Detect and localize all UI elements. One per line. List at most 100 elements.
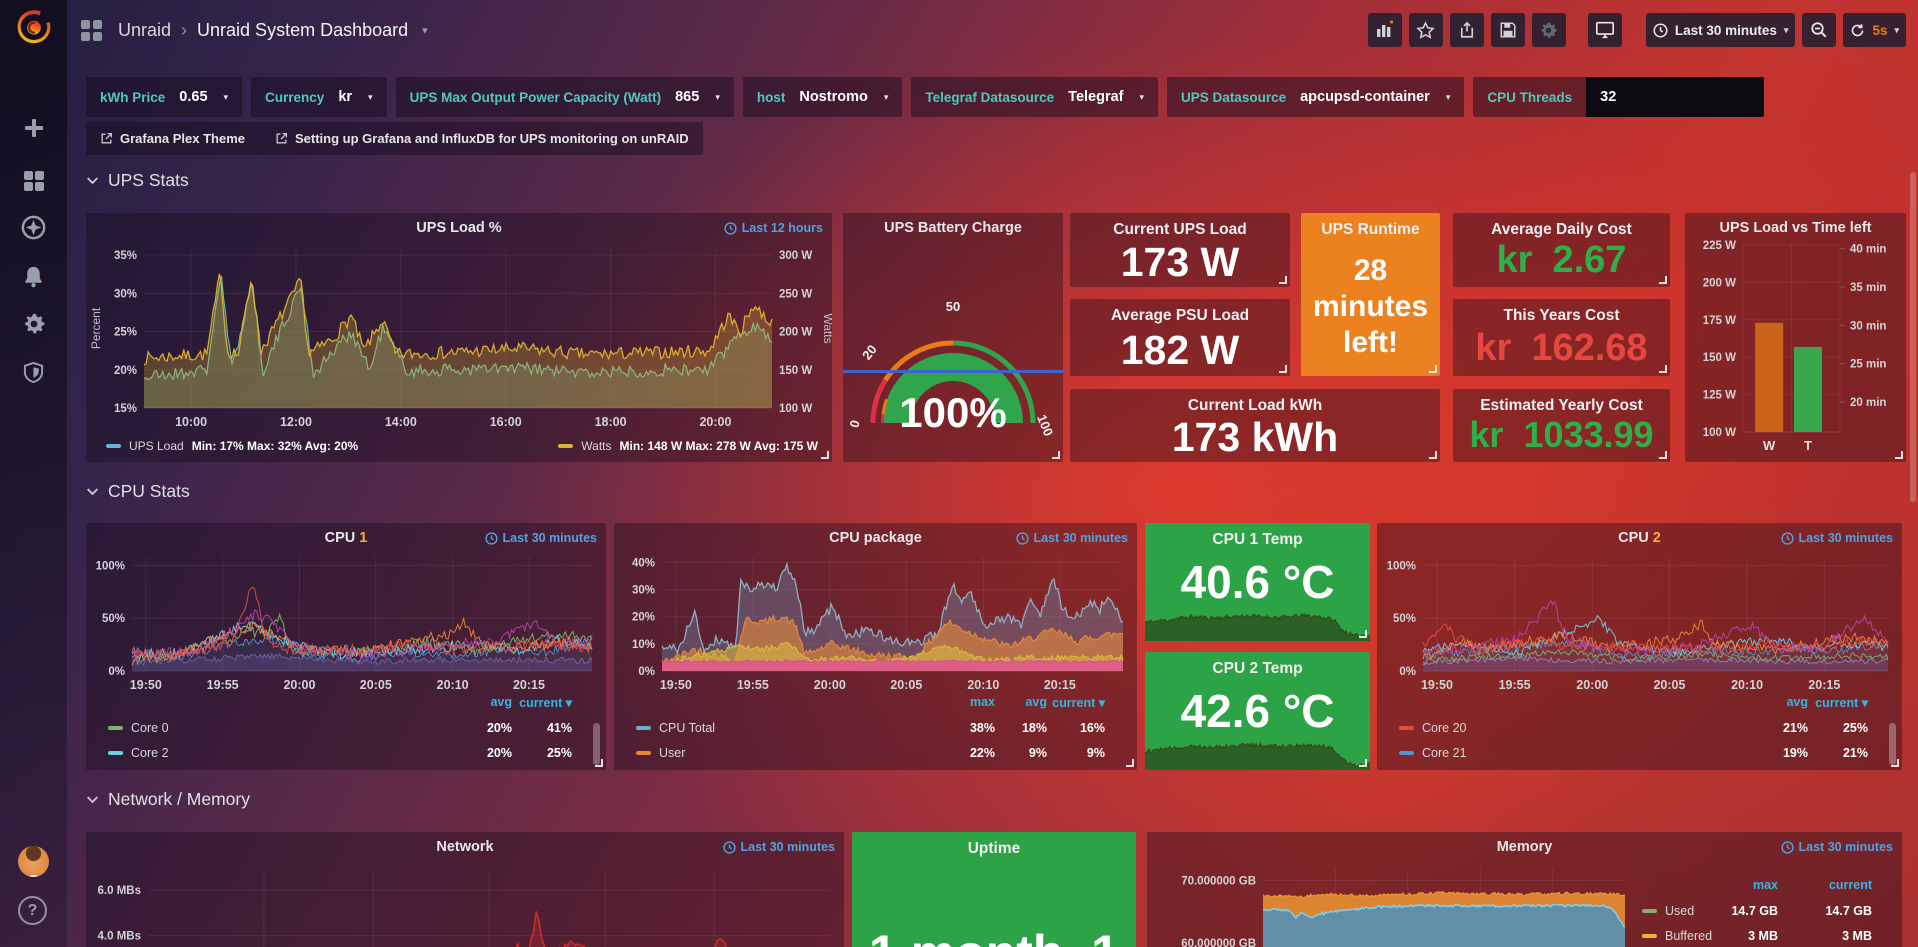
variable-ups-datasource[interactable]: UPS Datasourceapcupsd-container▾ <box>1167 77 1464 117</box>
legend-column-max[interactable]: max <box>1753 878 1778 892</box>
breadcrumb-root[interactable]: Unraid <box>118 20 171 41</box>
time-range-text: Last 30 minutes <box>1799 531 1893 545</box>
stat-title[interactable]: Average Daily Cost <box>1453 221 1670 239</box>
section-header-cpu-stats[interactable]: CPU Stats <box>86 481 190 502</box>
time-range-picker[interactable]: Last 30 minutes ▾ <box>1646 13 1796 47</box>
dashboard-link[interactable]: Setting up Grafana and InfluxDB for UPS … <box>275 131 689 146</box>
zoom-out-button[interactable] <box>1802 13 1836 47</box>
panel-resize-handle[interactable] <box>1359 759 1367 767</box>
legend-series-name[interactable]: Used <box>1665 904 1694 918</box>
legend-series-name[interactable]: Watts <box>581 439 611 453</box>
dashboard-link[interactable]: Grafana Plex Theme <box>100 131 245 146</box>
panel-title[interactable]: UPS Battery Charge <box>843 220 1063 236</box>
stat-title[interactable]: Current UPS Load <box>1070 221 1290 239</box>
panel-resize-handle[interactable] <box>1659 365 1667 373</box>
legend-series-name[interactable]: Core 2 <box>131 746 169 760</box>
stat-title[interactable]: Estimated Yearly Cost <box>1453 397 1670 415</box>
panel-resize-handle[interactable] <box>1895 451 1903 459</box>
page-scrollbar-thumb[interactable] <box>1910 172 1916 502</box>
panel-time-range[interactable]: Last 30 minutes <box>1781 840 1893 854</box>
panel-resize-handle[interactable] <box>595 759 603 767</box>
panel-time-range[interactable]: Last 30 minutes <box>723 840 835 854</box>
legend-series-name[interactable]: Core 21 <box>1422 746 1466 760</box>
share-button[interactable] <box>1450 13 1484 47</box>
legend-value: 20% <box>487 746 512 760</box>
legend-series-name[interactable]: Core 0 <box>131 721 169 735</box>
ups-load-time-left-bars[interactable]: 225 W200 W175 W150 W125 W100 W40 min35 m… <box>1685 213 1906 462</box>
sidebar-configuration-icon[interactable] <box>0 304 67 344</box>
legend-series-name[interactable]: CPU Total <box>659 721 715 735</box>
add-panel-button[interactable] <box>1368 13 1402 47</box>
cycle-view-button[interactable] <box>1588 13 1622 47</box>
ups-load-chart[interactable]: 10:0012:0014:0016:0018:0020:0035%30%25%2… <box>86 213 832 462</box>
variable-value[interactable]: 0.65 <box>179 89 207 105</box>
variable-currency[interactable]: Currencykr▾ <box>251 77 387 117</box>
variable-value[interactable]: Nostromo <box>799 89 867 105</box>
sidebar-create-icon[interactable] <box>0 108 67 148</box>
stat-title[interactable]: Uptime <box>852 840 1136 858</box>
panel-time-range[interactable]: Last 12 hours <box>724 221 823 235</box>
stat-title[interactable]: CPU 1 Temp <box>1145 531 1370 549</box>
variable-input[interactable]: 32 <box>1586 77 1764 117</box>
legend-series-name[interactable]: Buffered <box>1665 929 1712 943</box>
star-button[interactable] <box>1409 13 1443 47</box>
variable-telegraf-datasource[interactable]: Telegraf DatasourceTelegraf▾ <box>911 77 1158 117</box>
legend-column-current[interactable]: current ▾ <box>1052 695 1105 710</box>
variable-value[interactable]: apcupsd-container <box>1300 89 1430 105</box>
legend-column-current[interactable]: current <box>1829 878 1872 892</box>
sidebar-dashboards-icon[interactable] <box>0 160 67 200</box>
sidebar-alerting-icon[interactable] <box>0 256 67 296</box>
legend-series-name[interactable]: Core 20 <box>1422 721 1466 735</box>
stat-title[interactable]: Current Load kWh <box>1070 397 1440 415</box>
stat-title[interactable]: CPU 2 Temp <box>1145 660 1370 678</box>
panel-time-range[interactable]: Last 30 minutes <box>1016 531 1128 545</box>
variable-ups-max-output-power-capacity-watt-[interactable]: UPS Max Output Power Capacity (Watt)865▾ <box>396 77 734 117</box>
help-icon[interactable]: ? <box>18 896 47 925</box>
legend-column-current[interactable]: current ▾ <box>519 695 572 710</box>
variable-host[interactable]: hostNostromo▾ <box>743 77 903 117</box>
panel-title[interactable]: UPS Load % <box>86 220 832 236</box>
panel-resize-handle[interactable] <box>1429 451 1437 459</box>
legend-column-avg[interactable]: avg <box>1025 695 1047 709</box>
battery-gauge[interactable]: 50200100100% <box>843 275 1063 445</box>
breadcrumb-current[interactable]: Unraid System Dashboard <box>197 20 408 41</box>
panel-time-range[interactable]: Last 30 minutes <box>1781 531 1893 545</box>
sidebar-explore-icon[interactable] <box>0 207 67 247</box>
panel-resize-handle[interactable] <box>1279 276 1287 284</box>
panel-resize-handle[interactable] <box>1279 365 1287 373</box>
variable-value[interactable]: Telegraf <box>1068 89 1123 105</box>
legend-column-max[interactable]: max <box>970 695 995 709</box>
panel-resize-handle[interactable] <box>1126 759 1134 767</box>
sidebar-server-admin-icon[interactable] <box>0 352 67 392</box>
legend-series-name[interactable]: User <box>659 746 685 760</box>
panel-resize-handle[interactable] <box>1359 630 1367 638</box>
stat-title[interactable]: This Years Cost <box>1453 307 1670 325</box>
legend-column-avg[interactable]: avg <box>1786 695 1808 709</box>
panel-resize-handle[interactable] <box>1891 759 1899 767</box>
grafana-logo-icon[interactable] <box>13 7 55 49</box>
variable-kwh-price[interactable]: kWh Price0.65▾ <box>86 77 242 117</box>
variable-value[interactable]: 865 <box>675 89 699 105</box>
variable-value[interactable]: kr <box>338 89 352 105</box>
panel-resize-handle[interactable] <box>1429 365 1437 373</box>
legend-column-avg[interactable]: avg <box>490 695 512 709</box>
panel-time-range[interactable]: Last 30 minutes <box>485 531 597 545</box>
refresh-picker[interactable]: 5s ▾ <box>1843 13 1906 47</box>
legend-column-current[interactable]: current ▾ <box>1815 695 1868 710</box>
panel-resize-handle[interactable] <box>1052 451 1060 459</box>
section-header-ups-stats[interactable]: UPS Stats <box>86 170 189 191</box>
user-avatar[interactable] <box>18 846 49 877</box>
legend-series-name[interactable]: UPS Load <box>129 439 184 453</box>
memory-legend: maxcurrentUsed14.7 GB14.7 GBBuffered3 MB… <box>1636 878 1886 947</box>
panel-resize-handle[interactable] <box>821 451 829 459</box>
panel-resize-handle[interactable] <box>1659 276 1667 284</box>
section-header-network-memory[interactable]: Network / Memory <box>86 789 250 810</box>
settings-button[interactable] <box>1532 13 1566 47</box>
variable-cpu-threads[interactable]: CPU Threads32 <box>1473 77 1764 117</box>
stat-title[interactable]: Average PSU Load <box>1070 307 1290 325</box>
panel-title[interactable]: UPS Load vs Time left <box>1685 220 1906 236</box>
stat-title[interactable]: UPS Runtime <box>1301 221 1440 239</box>
panel-resize-handle[interactable] <box>1659 451 1667 459</box>
chevron-down-icon[interactable]: ▾ <box>422 24 428 37</box>
save-button[interactable] <box>1491 13 1525 47</box>
